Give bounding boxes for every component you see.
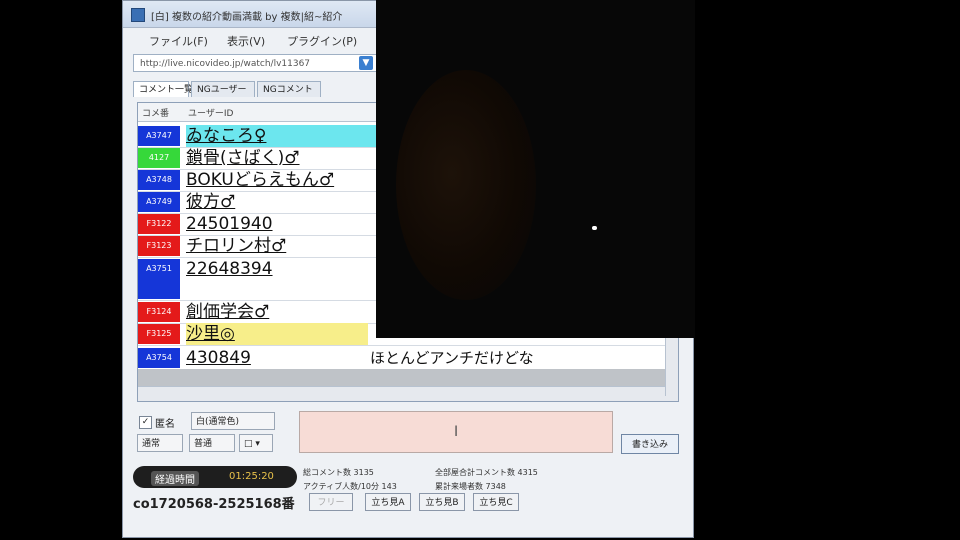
size-select[interactable]: 通常 — [137, 434, 183, 452]
comment-number-badge: F3122 — [138, 214, 180, 234]
tab-comment-list[interactable]: コメント一覧 — [133, 81, 193, 97]
color-select[interactable]: 白(通常色) — [191, 412, 275, 430]
table-row[interactable]: A3754 430849 ほとんどアンチだけどな — [138, 347, 678, 370]
menu-file[interactable]: ファイル(F) — [149, 33, 208, 49]
elapsed-time: 01:25:20 — [229, 471, 274, 482]
text-cursor-icon: I — [454, 424, 459, 440]
option-toggle[interactable]: □ ▾ — [239, 434, 273, 452]
comment-number-badge: A3748 — [138, 170, 180, 190]
all-comments: 全部屋合計コメント数 4315 — [435, 468, 538, 477]
window-title: [白] 複数の紹介動画満載 by 複数|紹~紹介 — [151, 12, 343, 23]
video-overlay — [376, 0, 695, 338]
vertical-scrollbar[interactable] — [665, 338, 678, 396]
comment-number-badge: 4127 — [138, 148, 180, 168]
header-comment-no[interactable]: コメ番 — [142, 106, 169, 119]
position-select[interactable]: 普通 — [189, 434, 235, 452]
comment-number-badge: A3751 — [138, 259, 180, 299]
tab-ng-comments[interactable]: NGコメント — [257, 81, 321, 97]
user-id-link[interactable]: チロリン村♂ — [186, 235, 372, 257]
video-light-spot — [592, 226, 597, 230]
menu-view[interactable]: 表示(V) — [227, 33, 265, 49]
comment-input[interactable]: I — [299, 411, 613, 453]
room-c-button[interactable]: 立ち見C — [473, 493, 519, 511]
active-users: アクティブ人数/10分 143 — [303, 482, 397, 491]
elapsed-time-panel: 経過時間 01:25:20 — [133, 466, 297, 488]
community-id: co1720568-2525168番 — [133, 497, 295, 512]
video-figure — [396, 70, 536, 300]
comment-number-badge: F3123 — [138, 236, 180, 256]
comment-number-badge: A3747 — [138, 126, 180, 146]
visitors: 累計来場者数 7348 — [435, 482, 506, 491]
app-icon — [131, 8, 145, 22]
user-id-link[interactable]: 沙里◎ — [186, 323, 368, 345]
tab-ng-users[interactable]: NGユーザー — [191, 81, 255, 97]
comment-number-badge: A3754 — [138, 348, 180, 368]
user-id-link[interactable]: 24501940 — [186, 213, 372, 235]
room-b-button[interactable]: 立ち見B — [419, 493, 465, 511]
user-id-link[interactable]: 創価学会♂ — [186, 301, 372, 323]
anonymous-checkbox[interactable]: ✓ — [139, 416, 152, 429]
url-input[interactable]: http://live.nicovideo.jp/watch/lv11367 — [133, 54, 377, 72]
header-user-id[interactable]: ユーザーID — [188, 106, 233, 119]
user-id-link[interactable]: 彼方♂ — [186, 191, 372, 213]
user-id-link[interactable]: 22648394 — [186, 258, 372, 280]
comment-number-badge: A3749 — [138, 192, 180, 212]
submit-button[interactable]: 書き込み — [621, 434, 679, 454]
room-a-button[interactable]: 立ち見A — [365, 493, 411, 511]
go-arrow-icon[interactable]: ▼ — [359, 56, 373, 70]
left-black-area — [0, 0, 122, 540]
comments-total: 総コメント数 3135 — [303, 468, 374, 477]
comment-number-badge: F3125 — [138, 324, 180, 344]
elapsed-label: 経過時間 — [151, 471, 199, 486]
room-free-button[interactable]: フリー — [309, 493, 353, 511]
comment-text: ほとんどアンチだけどな — [370, 349, 534, 367]
comment-number-badge: F3124 — [138, 302, 180, 322]
horizontal-scrollbar[interactable] — [138, 386, 678, 401]
user-id-link[interactable]: 鎖骨(さばく)♂ — [186, 147, 372, 169]
menu-plugin[interactable]: プラグイン(P) — [287, 33, 357, 49]
anonymous-label: 匿名 — [155, 419, 175, 430]
user-id-link[interactable]: 430849 — [186, 347, 372, 369]
user-id-link[interactable]: BOKUどらえもん♂ — [186, 169, 372, 191]
